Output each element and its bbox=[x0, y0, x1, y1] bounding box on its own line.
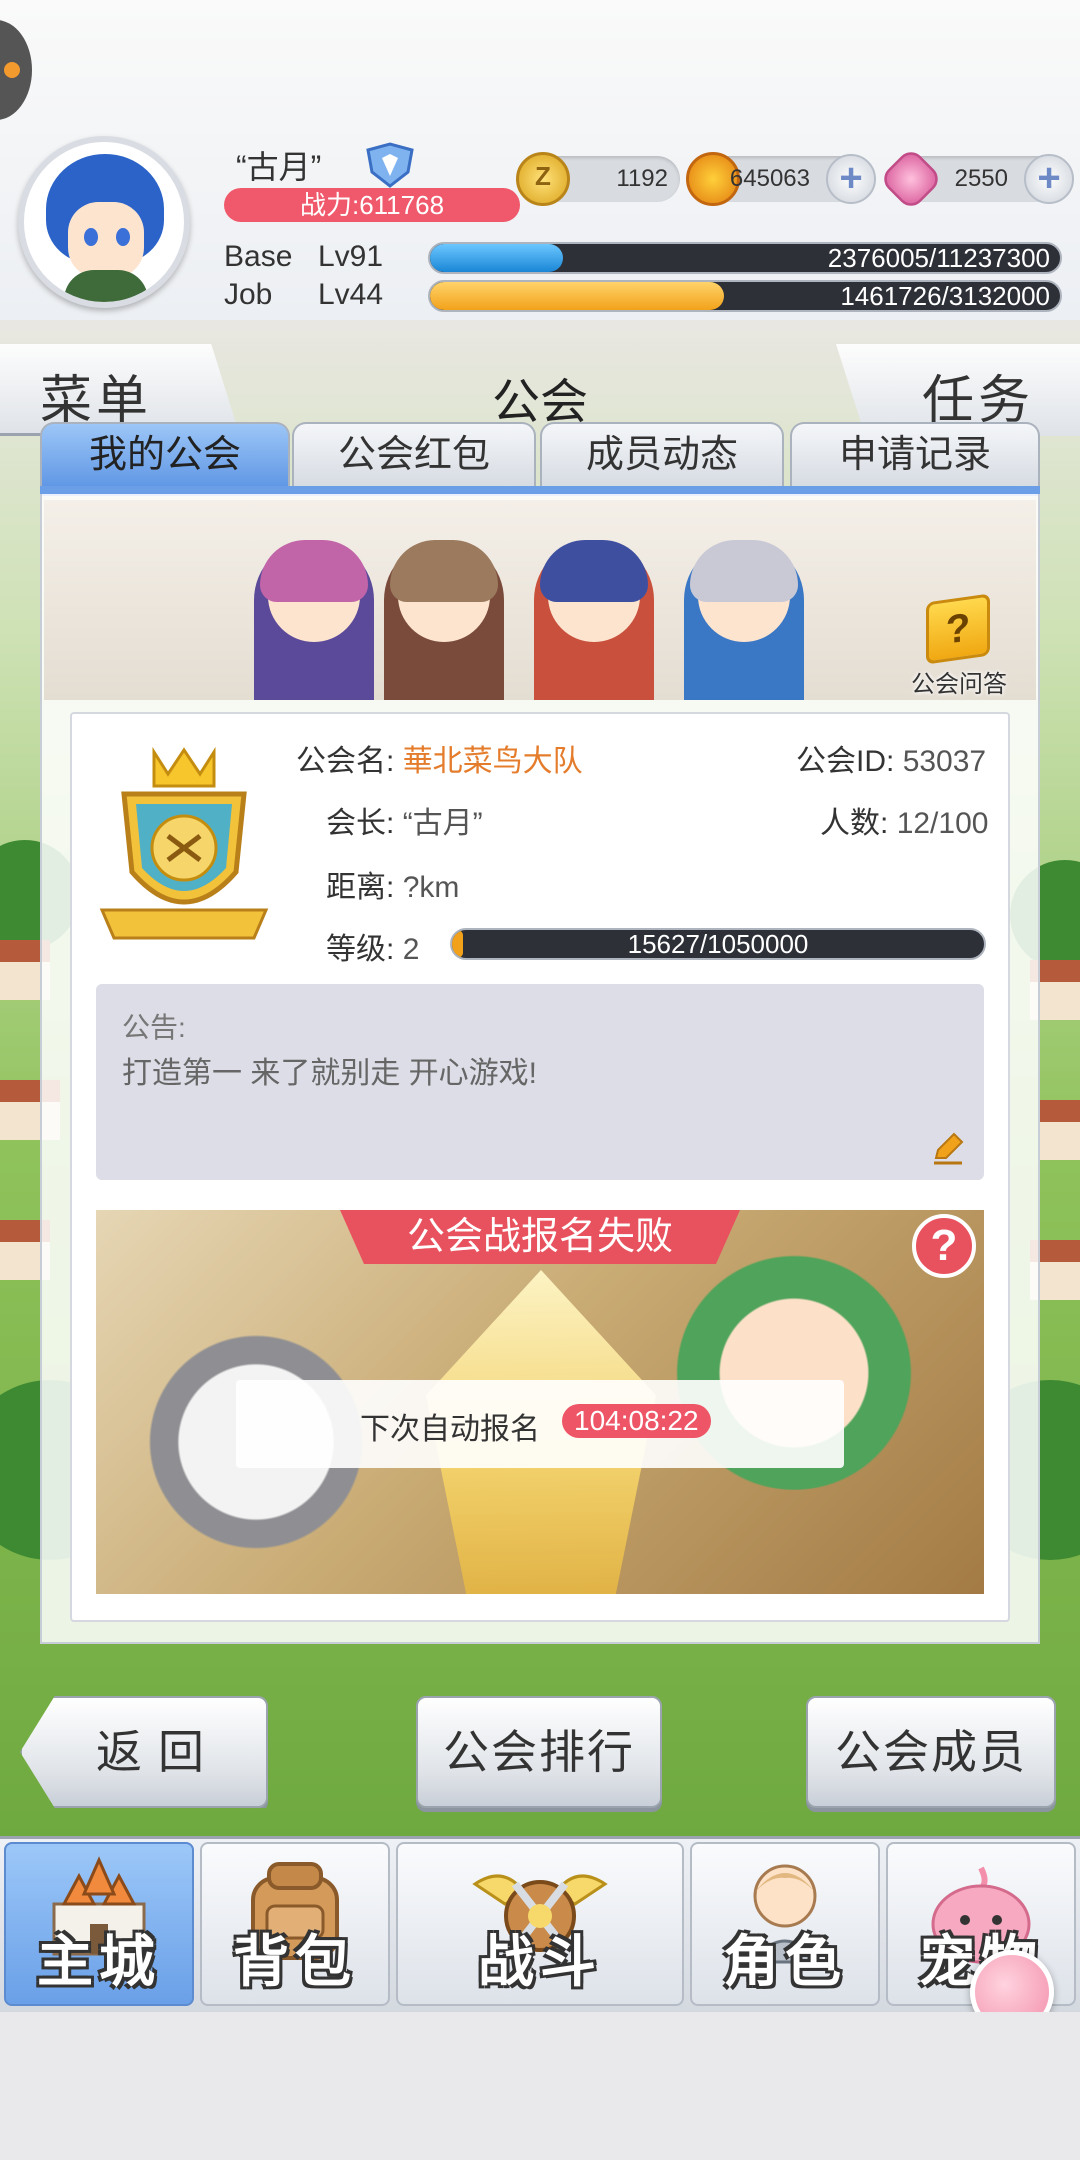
zeny-coin-icon bbox=[516, 152, 570, 206]
job-label: Job bbox=[224, 278, 273, 311]
guild-quiz-button[interactable]: ? 公会问答 bbox=[904, 593, 1014, 698]
base-label: Base bbox=[224, 240, 293, 273]
nav-main-city[interactable]: 主城 bbox=[4, 1842, 194, 2006]
gem-counter: 2550 + bbox=[878, 146, 1074, 212]
guild-level-label: 等级: bbox=[326, 933, 395, 966]
guild-distance-row: 距离: ?km bbox=[326, 862, 459, 906]
guild-member-count-row: 人数: 12/100 bbox=[820, 798, 988, 842]
tab-member-activity[interactable]: 成员动态 bbox=[540, 422, 784, 488]
nav-main-city-label: 主城 bbox=[37, 1930, 161, 1993]
job-level: Lv44 bbox=[318, 278, 384, 311]
job-exp-bar: 1461726/3132000 bbox=[428, 280, 1062, 312]
guild-id-row: 公会ID: 53037 bbox=[796, 736, 986, 780]
signup-countdown: 104:08:22 bbox=[562, 1404, 711, 1438]
guild-distance: ?km bbox=[402, 871, 460, 904]
auto-signup-label: 下次自动报名 bbox=[360, 1413, 540, 1446]
tab-application-records[interactable]: 申请记录 bbox=[790, 422, 1040, 488]
player-name: “古月” bbox=[236, 149, 322, 185]
job-exp-text: 1461726/3132000 bbox=[840, 281, 1050, 311]
announcement-text: 打造第一 来了就别走 开心游戏! bbox=[122, 1057, 538, 1090]
gold-counter: 645063 + bbox=[686, 152, 876, 206]
zeny-amount: 1192 bbox=[616, 165, 668, 192]
nav-battle-label: 战斗 bbox=[478, 1930, 602, 1993]
tab-my-guild[interactable]: 我的公会 bbox=[40, 422, 290, 488]
add-gem-button[interactable]: + bbox=[1024, 154, 1074, 204]
guild-leader-label: 会长: bbox=[326, 807, 395, 840]
combat-power: 战力:611768 bbox=[224, 188, 520, 222]
system-navigation-area bbox=[0, 2012, 1080, 2160]
guild-id: 53037 bbox=[902, 745, 987, 778]
announcement-title: 公告: bbox=[122, 1012, 186, 1043]
back-button[interactable]: 返回 bbox=[20, 1696, 268, 1808]
base-level: Lv91 bbox=[318, 240, 384, 273]
guild-distance-label: 距离: bbox=[326, 871, 395, 904]
guild-member-count: 12/100 bbox=[896, 807, 989, 840]
guild-members-button[interactable]: 公会成员 bbox=[806, 1696, 1056, 1808]
help-question-icon[interactable]: ? bbox=[912, 1214, 976, 1278]
guild-ranking-button[interactable]: 公会排行 bbox=[416, 1696, 662, 1808]
guild-level: 2 bbox=[402, 933, 420, 966]
rank-shield-icon bbox=[366, 142, 414, 188]
add-gold-button[interactable]: + bbox=[826, 154, 876, 204]
nav-battle[interactable]: 战斗 bbox=[396, 1842, 684, 2006]
guild-name-row: 公会名: 華北菜鸟大队 bbox=[296, 736, 583, 780]
guild-war-status: 公会战报名失败 bbox=[340, 1210, 740, 1264]
guild-count-label: 人数: bbox=[820, 807, 889, 840]
edit-pencil-icon[interactable] bbox=[930, 1130, 966, 1166]
base-exp-text: 2376005/11237300 bbox=[827, 243, 1050, 273]
guild-banner-art bbox=[44, 500, 1036, 700]
guild-emblem-icon bbox=[99, 746, 269, 940]
guild-leader-row: 会长: “古月” bbox=[326, 798, 483, 842]
guild-exp-text: 15627/1050000 bbox=[627, 929, 809, 959]
question-block-icon: ? bbox=[926, 593, 990, 665]
guild-name: 華北菜鸟大队 bbox=[402, 745, 583, 778]
zeny-counter: 1192 bbox=[516, 152, 680, 206]
guild-exp-bar: 15627/1050000 bbox=[450, 928, 986, 960]
player-avatar[interactable] bbox=[18, 136, 190, 308]
gem-amount: 2550 bbox=[954, 165, 1008, 192]
guild-id-label: 公会ID: bbox=[796, 745, 895, 778]
guild-leader: “古月” bbox=[402, 807, 483, 840]
auto-signup-box bbox=[236, 1380, 844, 1468]
nav-backpack[interactable]: 背包 bbox=[200, 1842, 390, 2006]
base-exp-bar: 2376005/11237300 bbox=[428, 242, 1062, 274]
nav-character[interactable]: 角色 bbox=[690, 1842, 880, 2006]
nav-backpack-label: 背包 bbox=[233, 1930, 357, 1993]
tab-guild-red-packet[interactable]: 公会红包 bbox=[292, 422, 536, 488]
guild-name-label: 公会名: bbox=[296, 745, 395, 778]
guild-level-row: 等级: 2 bbox=[326, 924, 419, 968]
nav-character-label: 角色 bbox=[723, 1930, 847, 1993]
gold-amount: 645063 bbox=[729, 165, 810, 192]
guild-quiz-label: 公会问答 bbox=[911, 671, 1007, 698]
